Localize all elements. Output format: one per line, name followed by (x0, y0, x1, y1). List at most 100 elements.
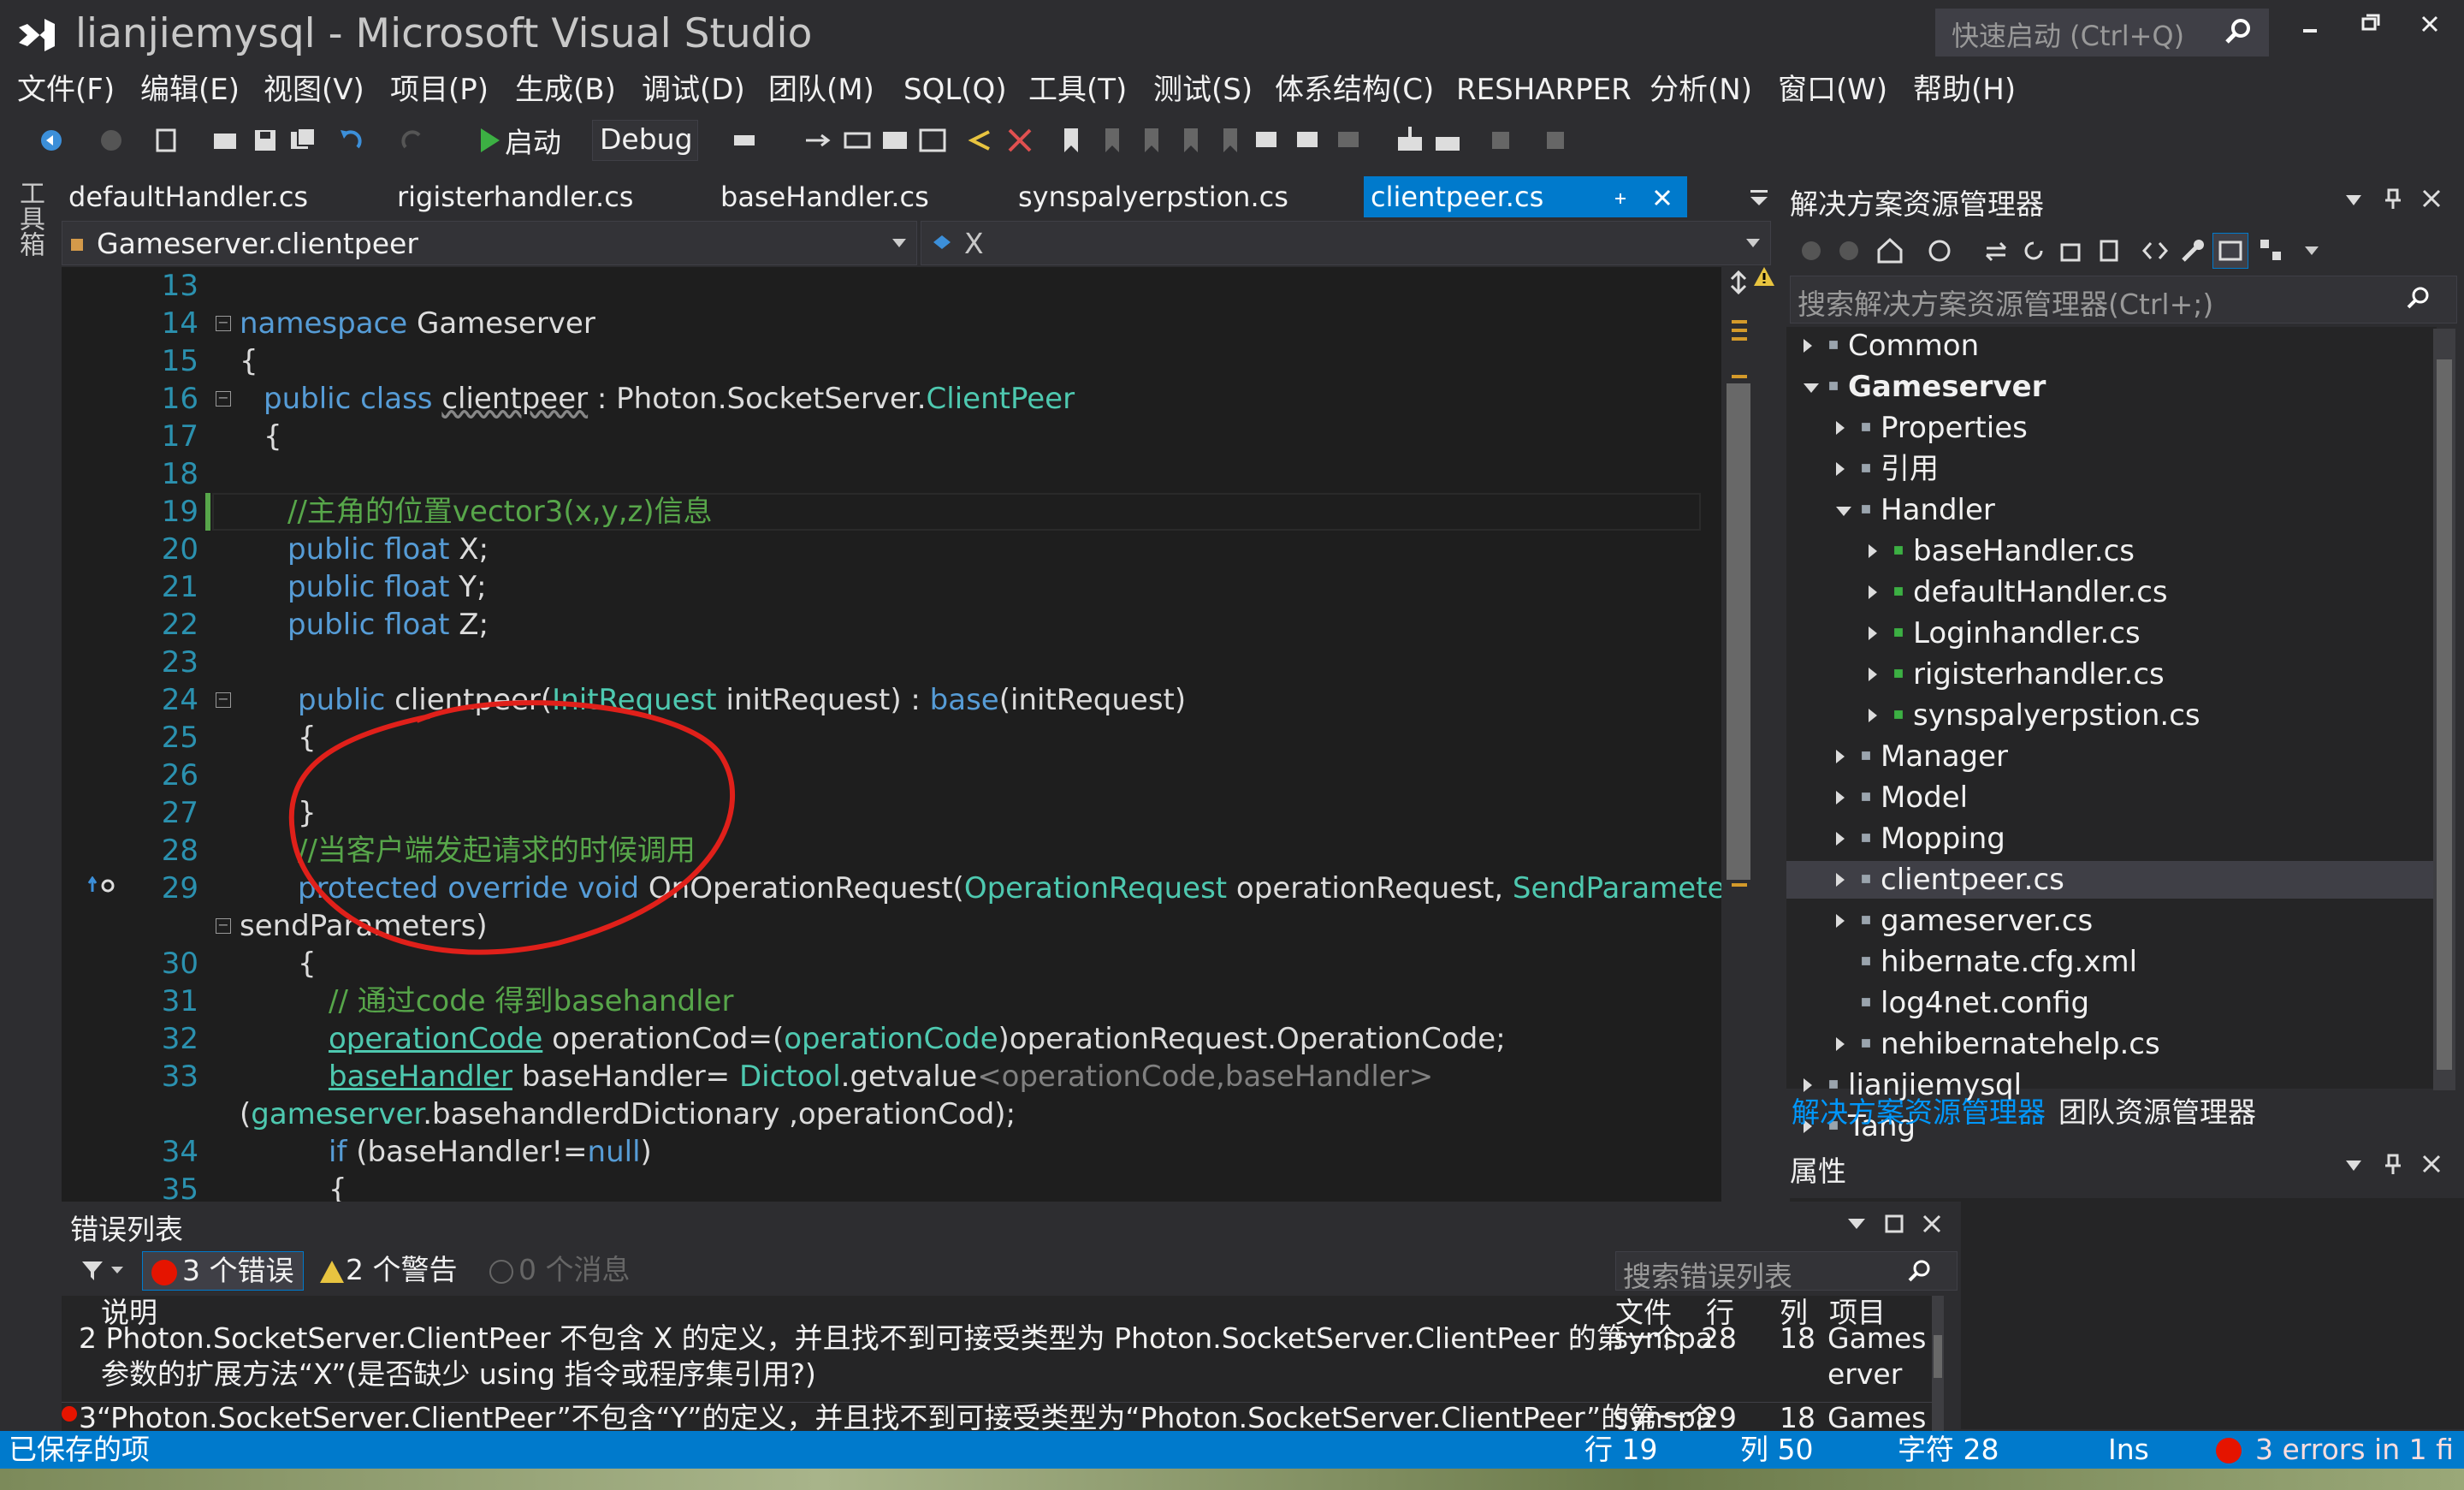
close-window-icon[interactable] (2404, 5, 2455, 46)
error-list-scroll-thumb[interactable] (1934, 1335, 1942, 1378)
expand-closed-icon[interactable] (1836, 750, 1845, 763)
attach-debugger-icon[interactable] (1484, 123, 1518, 157)
bookmark-next-icon[interactable] (1134, 123, 1169, 157)
tree-item[interactable]: log4net.config (1786, 984, 2437, 1022)
menu-project[interactable]: 项目(P) (390, 68, 489, 111)
expand-closed-icon[interactable] (1804, 1078, 1812, 1092)
tree-scroll-thumb[interactable] (2437, 359, 2452, 1070)
expand-closed-icon[interactable] (1869, 544, 1877, 558)
tree-item[interactable]: Common (1786, 327, 2437, 365)
start-icon[interactable] (472, 123, 506, 157)
save-icon[interactable] (248, 123, 282, 157)
expand-closed-icon[interactable] (1869, 585, 1877, 599)
tree-item[interactable]: Mopping (1786, 820, 2437, 858)
quick-launch-input[interactable]: 快速启动 (Ctrl+Q) (1935, 9, 2269, 56)
table-row[interactable]: 3“Photon.SocketServer.ClientPeer”不包含“Y”的… (62, 1401, 1944, 1431)
bookmark-clear-icon[interactable] (1003, 123, 1037, 157)
menu-help[interactable]: 帮助(H) (1913, 68, 2016, 111)
tree-item[interactable]: 引用 (1786, 450, 2437, 488)
errors-filter-button[interactable]: 3 个错误 (142, 1251, 304, 1291)
tab-synspalyerpstion[interactable]: synspalyerpstion.cs (1018, 176, 1288, 217)
breakpoint-icon[interactable] (840, 123, 874, 157)
expand-closed-icon[interactable] (1836, 873, 1845, 887)
redo-icon[interactable] (395, 123, 429, 157)
tree-item[interactable]: rigisterhandler.cs (1786, 656, 2437, 693)
tree-item[interactable]: hibernate.cfg.xml (1786, 943, 2437, 981)
close-icon[interactable] (2421, 188, 2442, 209)
tree-item[interactable]: Gameserver (1786, 368, 2437, 406)
error-search-input[interactable]: 搜索错误列表 (1615, 1251, 1958, 1293)
history-icon[interactable] (1925, 236, 1954, 265)
tab-team-explorer[interactable]: 团队资源管理器 (2058, 1092, 2256, 1133)
menu-sql[interactable]: SQL(Q) (903, 68, 1007, 111)
panel-menu-icon[interactable] (2344, 1159, 2363, 1172)
pin-icon[interactable] (1612, 190, 1629, 207)
tab-rigisterhandler[interactable]: rigisterhandler.cs (397, 176, 633, 217)
tree-item[interactable]: synspalyerpstion.cs (1786, 697, 2437, 734)
tree-item[interactable]: nehibernatehelp.cs (1786, 1025, 2437, 1063)
close-tab-icon[interactable] (1653, 188, 1672, 207)
save-all-icon[interactable] (286, 123, 320, 157)
expand-closed-icon[interactable] (1836, 791, 1845, 804)
home-icon[interactable] (1875, 236, 1904, 265)
format-icon[interactable] (878, 123, 912, 157)
menu-window[interactable]: 窗口(W) (1778, 68, 1887, 111)
tree-item[interactable]: defaultHandler.cs (1786, 573, 2437, 611)
sync-icon[interactable] (1981, 236, 2011, 265)
attach-icon[interactable] (727, 123, 761, 157)
menu-analyze[interactable]: 分析(N) (1650, 68, 1752, 111)
expand-closed-icon[interactable] (1836, 1037, 1845, 1051)
publish-icon[interactable] (1393, 123, 1427, 157)
search-icon[interactable] (2224, 16, 2254, 47)
close-icon[interactable] (1922, 1214, 1942, 1234)
menu-build[interactable]: 生成(B) (515, 68, 616, 111)
fold-toggle[interactable]: − (216, 391, 231, 407)
type-dropdown[interactable]: Gameserver.clientpeer (62, 221, 917, 265)
warnings-filter-button[interactable]: 2 个警告 (318, 1251, 458, 1291)
menu-team[interactable]: 团队(M) (768, 68, 874, 111)
bookmark-back-icon[interactable] (963, 123, 998, 157)
tree-item[interactable]: Manager (1786, 738, 2437, 775)
panel-menu-icon[interactable] (1848, 1219, 1865, 1231)
forward-icon[interactable] (94, 123, 128, 157)
expand-closed-icon[interactable] (1869, 626, 1877, 640)
open-file-icon[interactable] (209, 123, 243, 157)
expand-closed-icon[interactable] (1836, 421, 1845, 435)
chevron-down-icon[interactable] (2305, 246, 2319, 257)
refresh-icon[interactable] (2019, 236, 2048, 265)
tree-item[interactable]: Loginhandler.cs (1786, 614, 2437, 652)
bookmark-prev-icon[interactable] (1095, 123, 1129, 157)
override-glyph-icon[interactable] (87, 876, 118, 895)
chevron-down-icon[interactable] (111, 1267, 123, 1275)
back-icon[interactable] (34, 123, 68, 157)
menu-view[interactable]: 视图(V) (264, 68, 364, 111)
expand-closed-icon[interactable] (1836, 914, 1845, 928)
status-errors[interactable]: 3 errors in 1 fi (2255, 1431, 2454, 1469)
step-icon[interactable] (801, 123, 835, 157)
undo-icon[interactable] (334, 123, 368, 157)
config-dropdown[interactable]: Debug (592, 120, 698, 161)
expand-closed-icon[interactable] (1836, 832, 1845, 846)
toolbox-tab[interactable]: 工具箱 (10, 180, 48, 257)
more-tools-icon[interactable] (1331, 123, 1365, 157)
bookmark-toggle-icon[interactable] (1213, 123, 1247, 157)
menu-debug[interactable]: 调试(D) (642, 68, 745, 111)
close-icon[interactable] (2421, 1154, 2442, 1174)
expand-open-icon[interactable] (1836, 507, 1851, 516)
fold-toggle[interactable]: − (216, 918, 231, 934)
menu-tools[interactable]: 工具(T) (1028, 68, 1127, 111)
tree-item[interactable]: baseHandler.cs (1786, 532, 2437, 570)
menu-resharper[interactable]: RESHARPER (1456, 68, 1632, 111)
menu-test[interactable]: 测试(S) (1153, 68, 1253, 111)
search-icon[interactable] (1907, 1259, 1933, 1285)
pin-icon[interactable] (2384, 188, 2402, 211)
member-dropdown[interactable]: X (921, 221, 1771, 265)
bookmark-folder-icon[interactable] (1174, 123, 1208, 157)
uncomment-icon[interactable] (1290, 123, 1324, 157)
panel-menu-icon[interactable] (2344, 193, 2363, 207)
tab-basehandler[interactable]: baseHandler.cs (720, 176, 929, 217)
expand-closed-icon[interactable] (1869, 668, 1877, 681)
pin-icon[interactable] (2384, 1154, 2402, 1176)
editor-scroll-thumb[interactable] (1727, 383, 1750, 880)
comment-icon[interactable] (1249, 123, 1283, 157)
